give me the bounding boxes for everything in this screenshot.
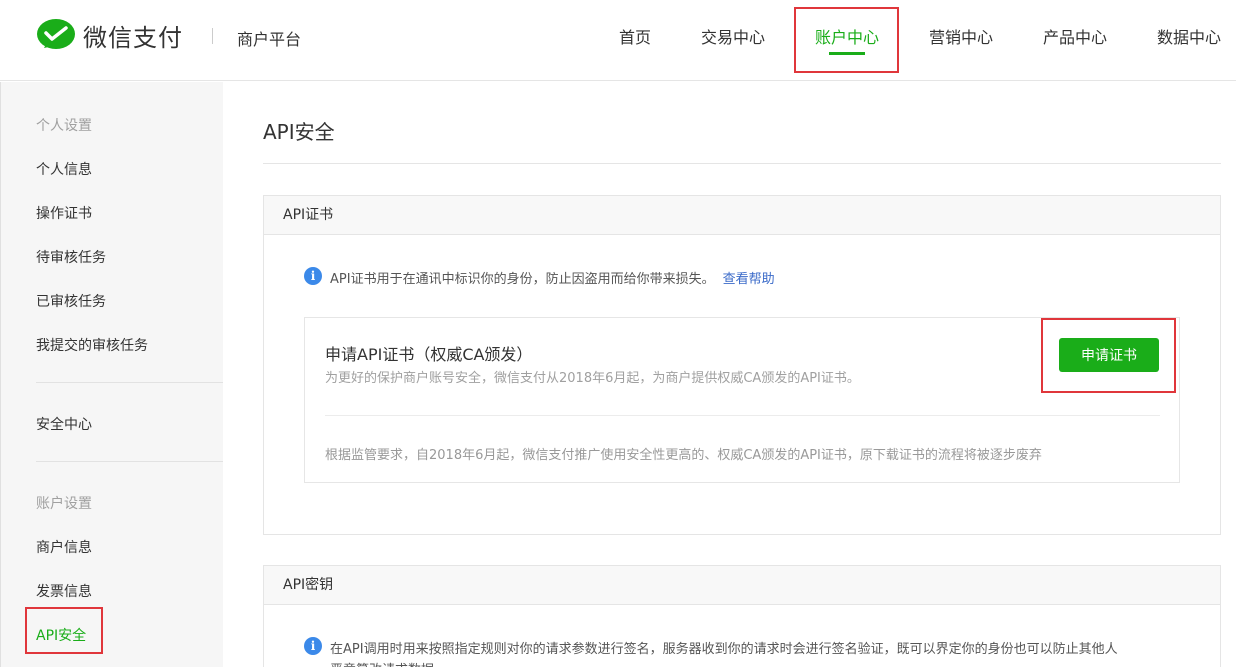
- sidebar-group-account: 账户设置: [36, 496, 92, 512]
- nav-transactions[interactable]: 交易中心: [701, 24, 765, 48]
- apply-cert-title: 申请API证书（权威CA颁发）: [325, 345, 533, 364]
- info-icon: i: [304, 267, 322, 285]
- page-title: API安全: [263, 120, 335, 144]
- apply-cert-note: 根据监管要求，自2018年6月起，微信支付推广使用安全性更高的、权威CA颁发的A…: [325, 448, 1042, 463]
- sidebar-item-operation-cert[interactable]: 操作证书: [36, 203, 92, 223]
- api-key-panel-header: API密钥: [264, 566, 1220, 605]
- sidebar: [0, 82, 223, 667]
- nav-home[interactable]: 首页: [619, 24, 651, 48]
- sidebar-item-reviewed-tasks[interactable]: 已审核任务: [36, 291, 106, 311]
- sidebar-item-submitted-tasks[interactable]: 我提交的审核任务: [36, 335, 148, 355]
- wechat-pay-logo-icon: [37, 18, 75, 49]
- title-divider: [263, 163, 1221, 164]
- wechat-pay-logo[interactable]: 微信支付: [36, 18, 183, 53]
- highlight-box-sidebar: [25, 607, 103, 654]
- sidebar-item-pending-tasks[interactable]: 待审核任务: [36, 247, 106, 267]
- cert-info-message: API证书用于在通讯中标识你的身份，防止因盗用而给你带来损失。: [330, 272, 715, 287]
- top-header: 微信支付 商户平台 首页 交易中心 账户中心 营销中心 产品中心 数据中心: [0, 0, 1236, 81]
- sidebar-item-merchant-info[interactable]: 商户信息: [36, 537, 92, 557]
- info-icon: i: [304, 637, 322, 655]
- highlight-box-button: [1041, 318, 1176, 393]
- sidebar-item-invoice-info[interactable]: 发票信息: [36, 581, 92, 601]
- apply-cert-description: 为更好的保护商户账号安全，微信支付从2018年6月起，为商户提供权威CA颁发的A…: [325, 371, 860, 386]
- nav-data[interactable]: 数据中心: [1157, 24, 1221, 48]
- platform-name: 商户平台: [237, 30, 302, 49]
- sidebar-divider: [36, 461, 223, 462]
- highlight-box-nav: [794, 7, 899, 73]
- key-info-line1: 在API调用时用来按照指定规则对你的请求参数进行签名，服务器收到你的请求时会进行…: [330, 642, 1118, 657]
- sidebar-divider: [36, 382, 223, 383]
- apply-box-divider: [325, 415, 1160, 416]
- sidebar-item-security-center[interactable]: 安全中心: [36, 414, 92, 434]
- nav-products[interactable]: 产品中心: [1043, 24, 1107, 48]
- api-cert-panel-header: API证书: [264, 196, 1220, 235]
- sidebar-item-personal-info[interactable]: 个人信息: [36, 159, 92, 179]
- help-link[interactable]: 查看帮助: [723, 272, 775, 287]
- key-info-line2: 恶意篡改请求数据: [330, 659, 434, 667]
- brand-name: 微信支付: [83, 24, 183, 52]
- nav-marketing[interactable]: 营销中心: [929, 24, 993, 48]
- sidebar-group-personal: 个人设置: [36, 118, 92, 134]
- cert-info-text: API证书用于在通讯中标识你的身份，防止因盗用而给你带来损失。 查看帮助: [330, 268, 775, 287]
- logo-divider: [212, 28, 213, 44]
